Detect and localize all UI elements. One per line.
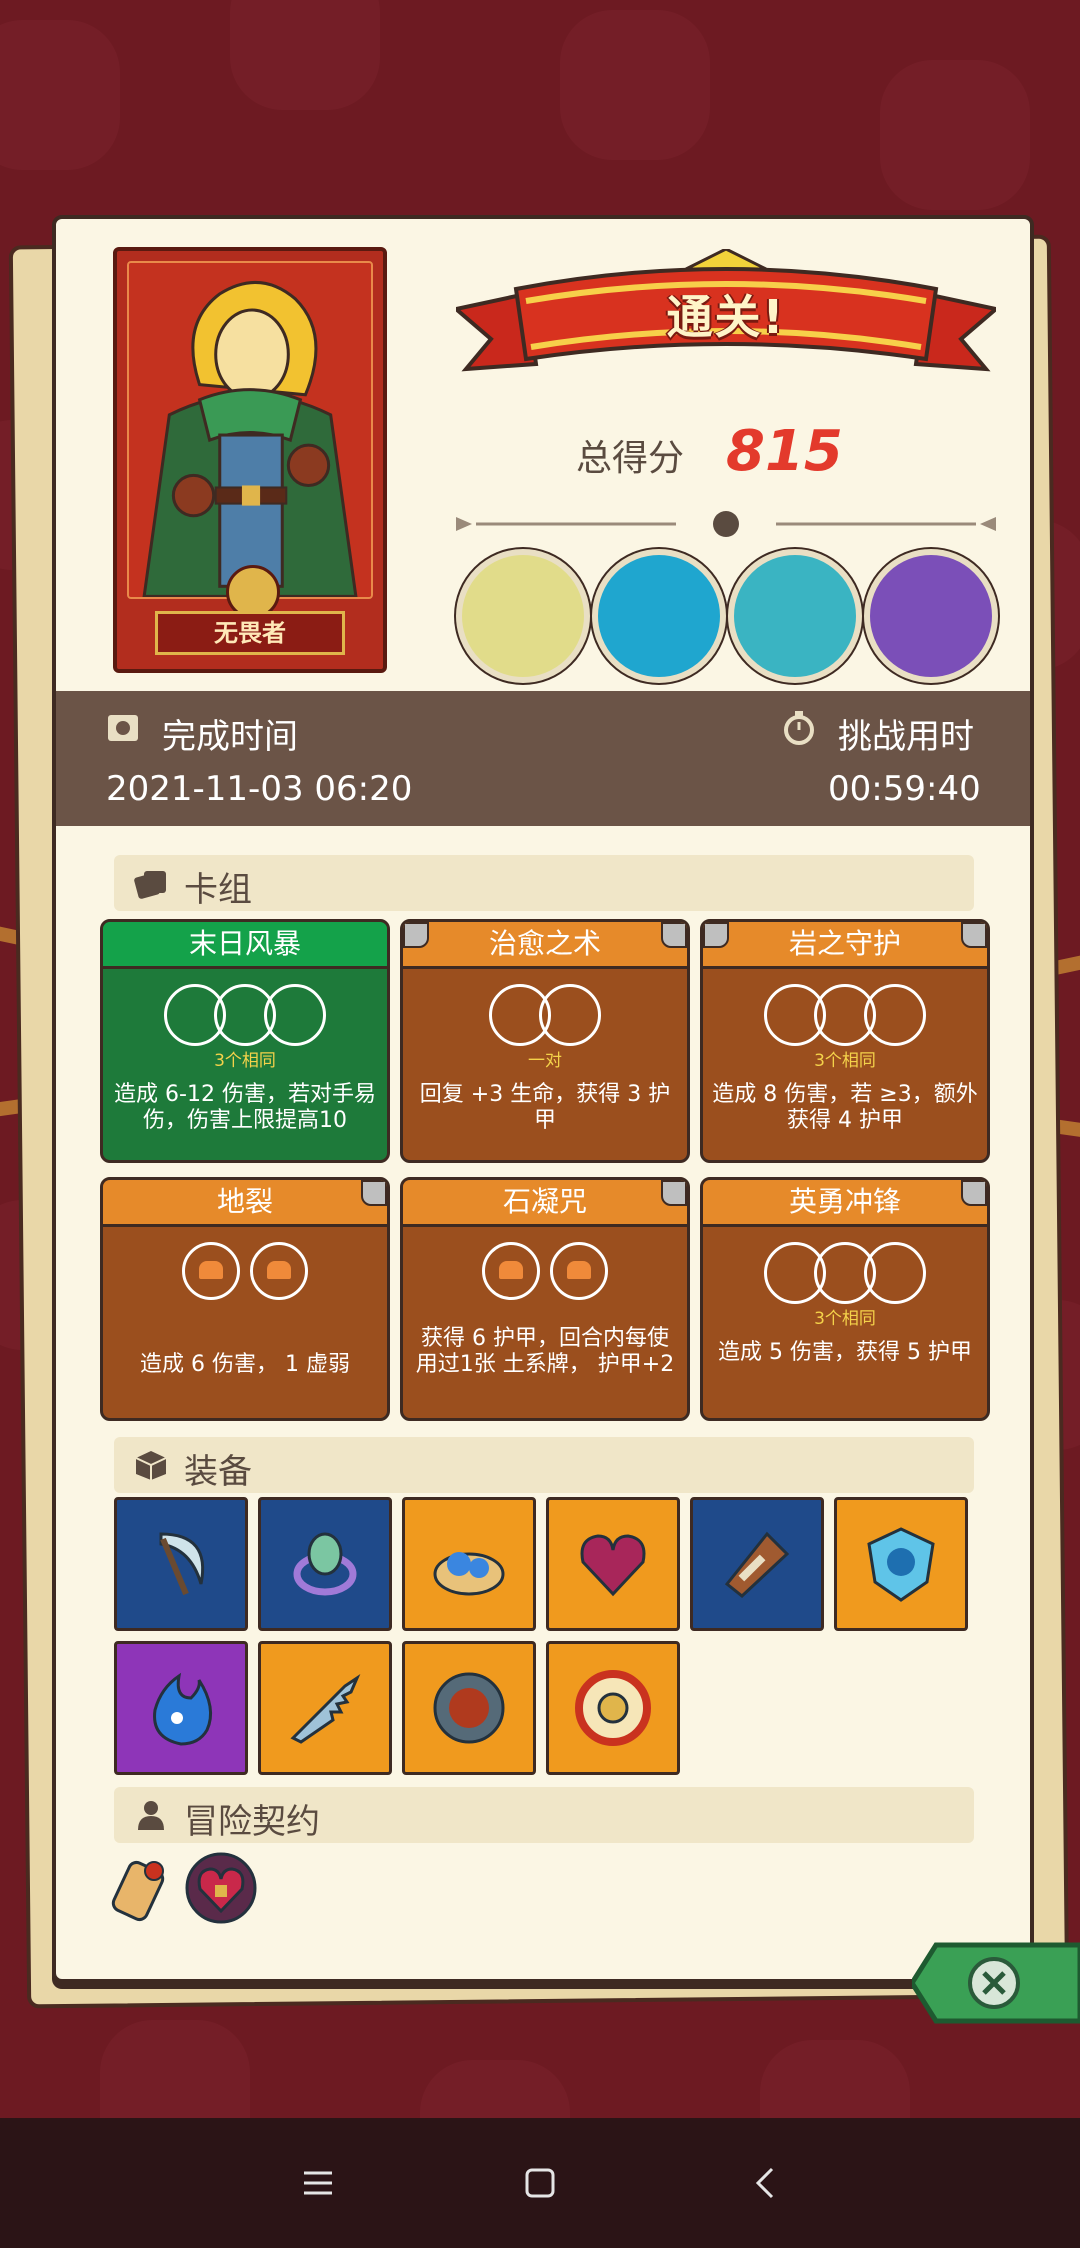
score-value: 815 (726, 419, 843, 484)
card-description: 获得 6 护甲，回合内每使用过1张 土系牌， 护甲+2 (415, 1326, 675, 1377)
card-slots (103, 1242, 387, 1308)
card-description: 造成 5 伤害，获得 5 护甲 (718, 1340, 972, 1365)
score-label: 总得分 (576, 438, 685, 479)
card-healing-art[interactable]: 治愈之术 一对 回复 +3 生命，获得 3 护甲 (400, 919, 690, 1163)
deck-section-title: 卡组 (114, 855, 974, 911)
equip-horn[interactable] (690, 1497, 824, 1631)
hero-portrait (127, 261, 373, 599)
box-icon (134, 1449, 168, 1481)
score-row: 总得分 815 (576, 419, 896, 484)
cursed-heart-icon (573, 1524, 653, 1604)
clear-ribbon: 通关! (451, 247, 1001, 389)
fish-dragon-boss-icon (728, 549, 862, 683)
card-slot-label: 3个相同 (214, 1051, 276, 1071)
earth-element-icon (250, 1242, 308, 1300)
card-description: 造成 6 伤害， 1 虚弱 (140, 1352, 350, 1377)
scroll-icon[interactable] (104, 1851, 182, 1929)
cards-icon (134, 867, 168, 899)
close-button[interactable] (909, 1935, 1080, 2031)
card-slots (403, 984, 687, 1050)
meteor-medal-icon (429, 1668, 509, 1748)
locked-heart-icon[interactable] (182, 1849, 260, 1927)
card-slots (103, 984, 387, 1050)
equipment-title: 装备 (184, 1452, 252, 1492)
saw-blade-icon (285, 1668, 365, 1748)
equip-blue-gems[interactable] (402, 1497, 536, 1631)
purple-dragon-boss-icon (864, 549, 998, 683)
time-bar: 完成时间 2021-11-03 06:20 挑战用时 00:59:40 (56, 691, 1030, 826)
clear-title: 通关! (666, 290, 786, 344)
home-icon[interactable] (520, 2163, 560, 2203)
earth-element-icon (182, 1242, 240, 1300)
equip-scythe[interactable] (114, 1497, 248, 1631)
horn-icon (717, 1524, 797, 1604)
card-description: 造成 6-12 伤害，若对手易伤，伤害上限提高10 (114, 1082, 376, 1133)
eye-ring-icon (285, 1524, 365, 1604)
card-slots (703, 984, 987, 1050)
equip-gold-amulet[interactable] (546, 1641, 680, 1775)
film-clock-icon (106, 711, 140, 745)
card-doomsday-storm[interactable]: 末日风暴 3个相同 造成 6-12 伤害，若对手易伤，伤害上限提高10 (100, 919, 390, 1163)
boss-list (456, 549, 998, 683)
card-slot-label: 3个相同 (814, 1051, 876, 1071)
card-name: 石凝咒 (403, 1180, 687, 1227)
card-name: 地裂 (103, 1180, 387, 1227)
card-name: 英勇冲锋 (703, 1180, 987, 1227)
equip-saw-blade[interactable] (258, 1641, 392, 1775)
card-slot-label: 一对 (528, 1051, 562, 1071)
back-icon[interactable] (746, 2163, 786, 2203)
scythe-icon (141, 1524, 221, 1604)
earth-element-icon (482, 1242, 540, 1300)
card-slots (403, 1242, 687, 1308)
shadow-horse-boss-icon (592, 549, 726, 683)
card-description: 回复 +3 生命，获得 3 护甲 (419, 1082, 671, 1133)
challenge-time-value: 00:59:40 (828, 769, 981, 809)
contract-section-title: 冒险契约 (114, 1787, 974, 1843)
card-slots (703, 1242, 987, 1308)
challenge-time-label: 挑战用时 (838, 717, 974, 757)
result-panel: 无畏者 通关! 总得分 815 完成时间 2021-11-03 06:20 挑战… (52, 215, 1034, 1983)
system-nav-bar (0, 2118, 1080, 2248)
equipment-section-title: 装备 (114, 1437, 974, 1493)
deck-title: 卡组 (184, 870, 252, 910)
blue-gems-icon (429, 1524, 509, 1604)
earth-element-icon (550, 1242, 608, 1300)
skeleton-dragon-boss-icon (456, 549, 590, 683)
stopwatch-icon (782, 711, 816, 745)
gold-amulet-icon (573, 1668, 653, 1748)
equip-eye-ring[interactable] (258, 1497, 392, 1631)
equip-cursed-heart[interactable] (546, 1497, 680, 1631)
hero-card: 无畏者 (113, 247, 387, 673)
card-slot-label: 3个相同 (814, 1309, 876, 1329)
contract-title: 冒险契约 (184, 1802, 320, 1842)
menu-icon[interactable] (298, 2163, 338, 2203)
hero-name: 无畏者 (155, 611, 345, 655)
person-icon (134, 1799, 168, 1831)
card-stone-curse[interactable]: 石凝咒 获得 6 护甲，回合内每使用过1张 土系牌， 护甲+2 (400, 1177, 690, 1421)
ornament-divider (446, 509, 1006, 539)
card-earth-split[interactable]: 地裂 造成 6 伤害， 1 虚弱 (100, 1177, 390, 1421)
ice-shield-icon (861, 1524, 941, 1604)
blue-flame-icon (141, 1668, 221, 1748)
equip-meteor-medal[interactable] (402, 1641, 536, 1775)
card-description: 造成 8 伤害，若 ≥3，额外获得 4 护甲 (712, 1082, 978, 1133)
card-brave-charge[interactable]: 英勇冲锋 3个相同 造成 5 伤害，获得 5 护甲 (700, 1177, 990, 1421)
equip-ice-shield[interactable] (834, 1497, 968, 1631)
card-name: 岩之守护 (703, 922, 987, 969)
card-name: 治愈之术 (403, 922, 687, 969)
finish-time-label: 完成时间 (162, 717, 298, 757)
card-name: 末日风暴 (103, 922, 387, 969)
card-rock-guard[interactable]: 岩之守护 3个相同 造成 8 伤害，若 ≥3，额外获得 4 护甲 (700, 919, 990, 1163)
equip-blue-flame[interactable] (114, 1641, 248, 1775)
finish-time-value: 2021-11-03 06:20 (106, 769, 413, 809)
